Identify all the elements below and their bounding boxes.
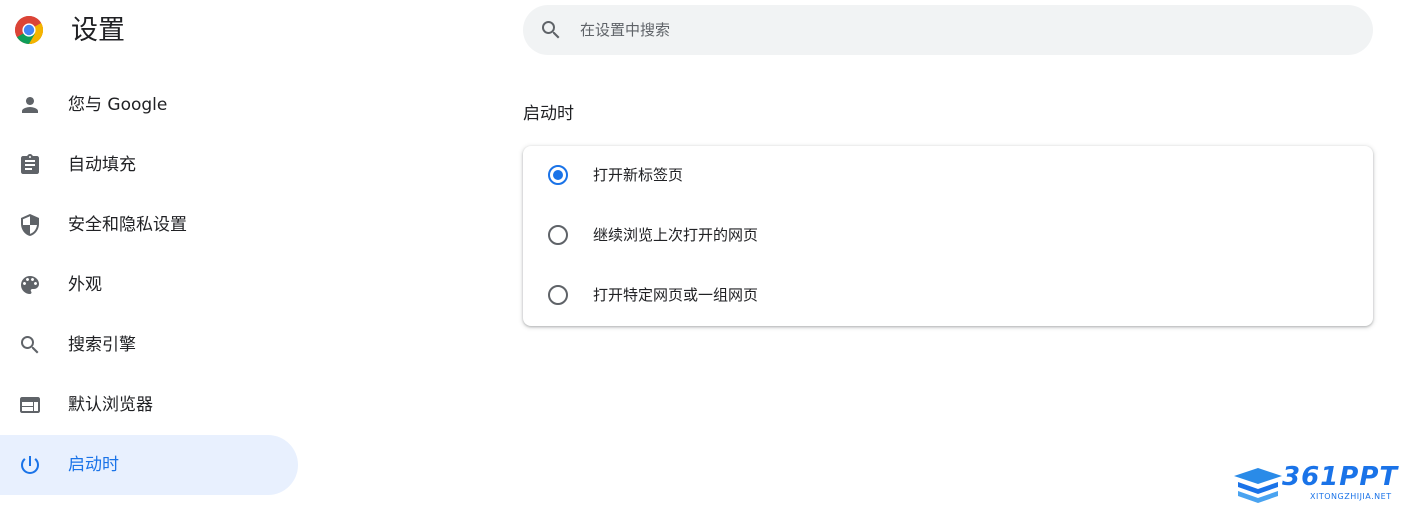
clipboard-icon (21, 154, 39, 174)
search-icon[interactable] (539, 18, 563, 42)
shield-icon (21, 214, 39, 236)
watermark-subtext: XITONGZHIJIA.NET (1310, 492, 1392, 501)
chrome-logo-icon (15, 16, 43, 44)
sidebar-item-on-startup[interactable]: 启动时 (0, 435, 298, 495)
sidebar-item-autofill[interactable]: 自动填充 (0, 135, 298, 195)
sidebar-item-appearance[interactable]: 外观 (0, 255, 298, 315)
header: 设置 (0, 0, 500, 60)
radio-button[interactable] (548, 285, 568, 305)
sidebar-item-privacy[interactable]: 安全和隐私设置 (0, 195, 298, 255)
sidebar-item-label: 外观 (68, 275, 102, 295)
sidebar-item-label: 默认浏览器 (68, 395, 153, 415)
sidebar-item-label: 您与 Google (68, 95, 168, 115)
sidebar-item-search-engine[interactable]: 搜索引擎 (0, 315, 298, 375)
startup-options-card: 打开新标签页 继续浏览上次打开的网页 打开特定网页或一组网页 (523, 146, 1373, 326)
search-input[interactable]: 在设置中搜索 (580, 20, 670, 40)
radio-button[interactable] (548, 165, 568, 185)
page-title: 设置 (71, 15, 125, 46)
option-label: 打开新标签页 (593, 166, 684, 184)
palette-icon (21, 276, 39, 294)
person-icon (22, 97, 38, 113)
browser-icon (20, 397, 40, 413)
sidebar-item-default-browser[interactable]: 默认浏览器 (0, 375, 298, 435)
sidebar-item-label: 安全和隐私设置 (68, 215, 187, 235)
option-label: 继续浏览上次打开的网页 (593, 226, 759, 244)
startup-option-continue[interactable]: 继续浏览上次打开的网页 (523, 206, 1373, 266)
watermark: 361PPT XITONGZHIJIA.NET (1232, 462, 1402, 508)
option-label: 打开特定网页或一组网页 (593, 286, 759, 304)
startup-option-new-tab[interactable]: 打开新标签页 (523, 146, 1373, 206)
watermark-text: 361PPT (1282, 462, 1399, 492)
startup-option-specific-pages[interactable]: 打开特定网页或一组网页 (523, 266, 1373, 326)
sidebar-item-label: 启动时 (68, 455, 119, 475)
power-icon (20, 456, 39, 474)
sidebar-item-label: 自动填充 (68, 155, 136, 175)
search-bar[interactable]: 在设置中搜索 (523, 5, 1373, 55)
sidebar-item-you-and-google[interactable]: 您与 Google (0, 75, 298, 135)
search-icon (21, 336, 39, 354)
radio-button[interactable] (548, 225, 568, 245)
section-title: 启动时 (523, 104, 574, 124)
watermark-logo-icon (1234, 468, 1282, 503)
sidebar-item-label: 搜索引擎 (68, 335, 136, 355)
